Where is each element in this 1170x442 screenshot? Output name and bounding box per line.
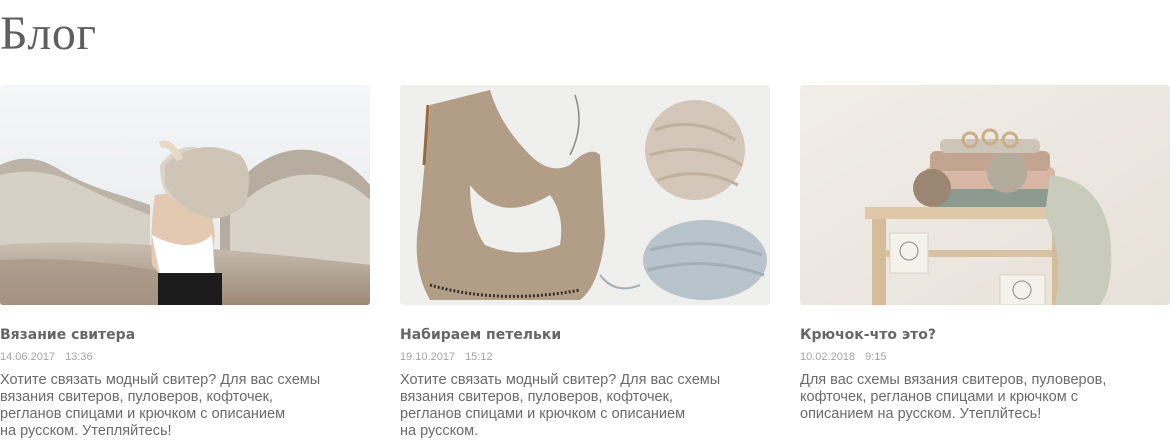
excerpt-line: на русском. Утепляйтесь! <box>0 423 172 439</box>
post-time: 15:12 <box>465 351 493 363</box>
post-title[interactable]: Крючок-что это? <box>800 327 936 343</box>
post-meta: 19.10.2017 15:12 <box>400 351 493 363</box>
post-meta: 14.06.2017 13:36 <box>0 351 93 363</box>
post-meta: 10.02.2018 9:15 <box>800 351 886 363</box>
post-title[interactable]: Набираем петельки <box>400 327 561 343</box>
post-excerpt: Хотите связать модный свитер? Для вас сх… <box>400 372 760 440</box>
excerpt-line: кофточек, регланов спицами и крючком с <box>800 389 1078 405</box>
post-date: 14.06.2017 <box>0 351 56 363</box>
blog-post-card[interactable]: Вязание свитера 14.06.2017 13:36 Хотите с… <box>0 85 370 442</box>
excerpt-line: Хотите связать модный свитер? Для вас сх… <box>400 372 721 388</box>
post-excerpt: Хотите связать модный свитер? Для вас сх… <box>0 372 360 440</box>
excerpt-line: на русском. <box>400 423 479 439</box>
excerpt-line: вязания свитеров, пуловеров, кофточек, <box>0 389 273 405</box>
post-date: 19.10.2017 <box>400 351 456 363</box>
blog-post-card[interactable]: Крючок-что это? 10.02.2018 9:15 Для вас с… <box>800 85 1170 442</box>
post-time: 9:15 <box>865 351 887 363</box>
excerpt-line: Хотите связать модный свитер? Для вас сх… <box>0 372 321 388</box>
excerpt-line: вязания свитеров, пуловеров, кофточек, <box>400 389 673 405</box>
blog-post-card[interactable]: Набираем петельки 19.10.2017 15:12 Хотите… <box>400 85 770 442</box>
post-date: 10.02.2018 <box>800 351 856 363</box>
post-title[interactable]: Вязание свитера <box>0 327 135 343</box>
post-time: 13:36 <box>65 351 93 363</box>
excerpt-line: регланов спицами и крючком с описанием <box>0 406 286 422</box>
post-image-knitted-stool[interactable] <box>800 85 1170 305</box>
post-image-woman-sweater[interactable] <box>0 85 370 305</box>
post-image-knitting[interactable] <box>400 85 770 305</box>
excerpt-line: регланов спицами и крючком с описанием <box>400 406 686 422</box>
blog-post-list: Вязание свитера 14.06.2017 13:36 Хотите с… <box>0 85 1170 442</box>
post-excerpt: Для вас схемы вязания свитеров, пуловеро… <box>800 372 1160 423</box>
excerpt-line: описанием на русском. Утеплйтесь! <box>800 406 1042 422</box>
page-title: Блог <box>0 7 97 60</box>
excerpt-line: Для вас схемы вязания свитеров, пуловеро… <box>800 372 1107 388</box>
